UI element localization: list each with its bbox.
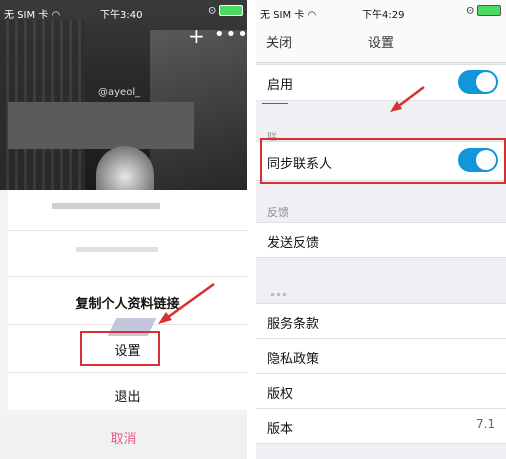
copyright-label: 版权 <box>267 387 294 402</box>
status-time: 下午4:29 <box>362 10 405 21</box>
arrow-icon <box>158 282 215 324</box>
right-phone-screen: 无 SIM 卡 ◠ 下午4:29 ⊙ 关闭 设置 启用 联 同步联系人 反馈 发… <box>256 0 506 459</box>
highlight-box-settings <box>80 331 160 366</box>
left-phone-screen: 无 SIM 卡 ◠ 下午3:40 ⊙ + ••• @ayeol_ 复制个人资料链… <box>0 0 247 459</box>
terms-label: 服务条款 <box>267 317 320 332</box>
more-icon[interactable]: ••• <box>214 25 247 45</box>
version-value: 7.1 <box>476 417 496 431</box>
page-title: 设置 <box>367 36 394 51</box>
status-right: ⊙ <box>208 5 244 17</box>
version-label: 版本 <box>267 422 294 437</box>
wifi-icon: ◠ <box>307 10 317 21</box>
panel-divider <box>247 0 256 459</box>
wifi-icon: ◠ <box>51 10 61 21</box>
status-time: 下午3:40 <box>100 10 143 21</box>
divider <box>8 276 247 277</box>
cropped-menu-item <box>52 203 160 209</box>
settings-row-copyright[interactable] <box>256 373 506 409</box>
arrow-icon <box>390 86 425 112</box>
add-icon[interactable]: + <box>188 26 205 46</box>
enable-label: 启用 <box>267 78 294 93</box>
status-carrier: 无 SIM 卡 ◠ <box>260 10 317 21</box>
battery-icon <box>219 5 244 16</box>
status-carrier: 无 SIM 卡 ◠ <box>4 10 61 21</box>
send-feedback-label: 发送反馈 <box>267 236 320 251</box>
privacy-label: 隐私政策 <box>267 352 320 367</box>
profile-handle: @ayeol_ <box>98 87 141 98</box>
cancel-button[interactable]: 取消 <box>0 428 247 447</box>
logout-button[interactable]: 退出 <box>8 386 247 405</box>
blurred-region <box>8 102 194 149</box>
cropped-menu-item <box>76 247 158 252</box>
section-header-feedback: 反馈 <box>267 206 289 219</box>
divider <box>8 372 247 373</box>
avatar <box>96 146 154 190</box>
section-header-fragment <box>271 293 289 296</box>
divider <box>8 230 247 231</box>
status-right: ⊙ <box>466 5 502 17</box>
toggle-knob <box>476 72 496 92</box>
annotation-line <box>262 103 288 104</box>
battery-icon <box>477 5 502 16</box>
settings-row-version <box>256 408 506 444</box>
enable-toggle[interactable] <box>458 70 498 94</box>
highlight-box-sync-contacts <box>260 138 506 184</box>
